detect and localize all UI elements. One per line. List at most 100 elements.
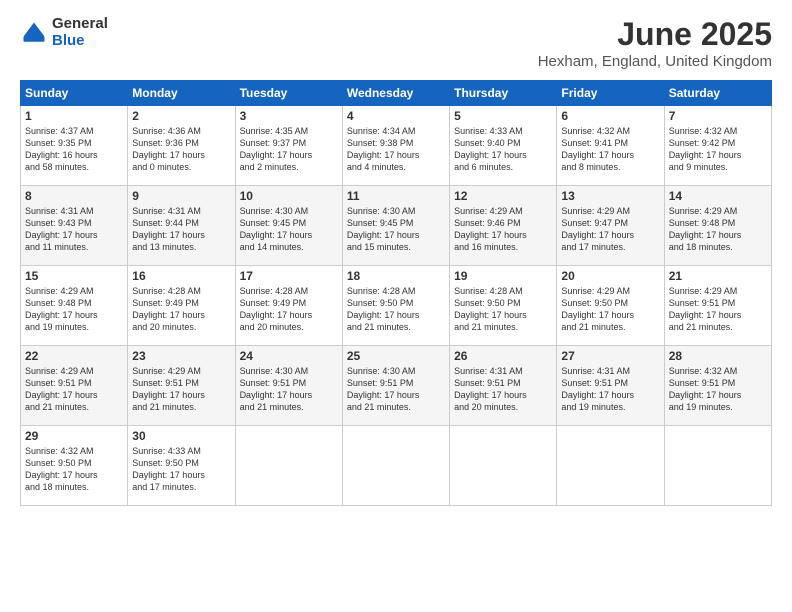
calendar-body: 1Sunrise: 4:37 AMSunset: 9:35 PMDaylight… — [21, 106, 772, 506]
table-row: 2 Sunrise: 4:36 AMSunset: 9:36 PMDaylight… — [128, 106, 235, 186]
table-row: 22Sunrise: 4:29 AMSunset: 9:51 PMDayligh… — [21, 346, 128, 426]
calendar-table: Sunday Monday Tuesday Wednesday Thursday… — [20, 80, 772, 506]
day-number: 25 — [347, 349, 445, 363]
day-info: Sunrise: 4:29 AMSunset: 9:50 PMDaylight:… — [561, 285, 659, 334]
day-info: Sunrise: 4:36 AMSunset: 9:36 PMDaylight:… — [132, 125, 230, 174]
table-row: 23 Sunrise: 4:29 AMSunset: 9:51 PMDayligh… — [128, 346, 235, 426]
col-thursday: Thursday — [450, 81, 557, 106]
day-number: 26 — [454, 349, 552, 363]
table-row: 17 Sunrise: 4:28 AMSunset: 9:49 PMDayligh… — [235, 266, 342, 346]
table-row: 28 Sunrise: 4:32 AMSunset: 9:51 PMDayligh… — [664, 346, 771, 426]
day-info: Sunrise: 4:30 AMSunset: 9:51 PMDaylight:… — [347, 365, 445, 414]
day-info: Sunrise: 4:29 AMSunset: 9:46 PMDaylight:… — [454, 205, 552, 254]
day-number: 23 — [132, 349, 230, 363]
table-row: 18 Sunrise: 4:28 AMSunset: 9:50 PMDayligh… — [342, 266, 449, 346]
table-row — [664, 426, 771, 506]
day-number: 21 — [669, 269, 767, 283]
table-row: 4 Sunrise: 4:34 AMSunset: 9:38 PMDaylight… — [342, 106, 449, 186]
table-row — [342, 426, 449, 506]
day-number: 2 — [132, 109, 230, 123]
day-info: Sunrise: 4:31 AMSunset: 9:51 PMDaylight:… — [561, 365, 659, 414]
day-info: Sunrise: 4:28 AMSunset: 9:50 PMDaylight:… — [454, 285, 552, 334]
day-info: Sunrise: 4:30 AMSunset: 9:51 PMDaylight:… — [240, 365, 338, 414]
week-row-4: 22Sunrise: 4:29 AMSunset: 9:51 PMDayligh… — [21, 346, 772, 426]
logo: General Blue — [20, 16, 108, 49]
day-number: 20 — [561, 269, 659, 283]
table-row: 20 Sunrise: 4:29 AMSunset: 9:50 PMDayligh… — [557, 266, 664, 346]
day-info: Sunrise: 4:28 AMSunset: 9:49 PMDaylight:… — [240, 285, 338, 334]
table-row: 7 Sunrise: 4:32 AMSunset: 9:42 PMDaylight… — [664, 106, 771, 186]
table-row — [450, 426, 557, 506]
table-row: 29Sunrise: 4:32 AMSunset: 9:50 PMDayligh… — [21, 426, 128, 506]
day-number: 9 — [132, 189, 230, 203]
day-info: Sunrise: 4:29 AMSunset: 9:48 PMDaylight:… — [25, 285, 123, 334]
day-number: 18 — [347, 269, 445, 283]
day-number: 4 — [347, 109, 445, 123]
day-info: Sunrise: 4:29 AMSunset: 9:48 PMDaylight:… — [669, 205, 767, 254]
col-monday: Monday — [128, 81, 235, 106]
table-row: 21 Sunrise: 4:29 AMSunset: 9:51 PMDayligh… — [664, 266, 771, 346]
table-row: 9Sunrise: 4:31 AMSunset: 9:44 PMDaylight… — [128, 186, 235, 266]
day-info: Sunrise: 4:33 AMSunset: 9:50 PMDaylight:… — [132, 445, 230, 494]
table-row: 14 Sunrise: 4:29 AMSunset: 9:48 PMDayligh… — [664, 186, 771, 266]
day-number: 3 — [240, 109, 338, 123]
week-row-1: 1Sunrise: 4:37 AMSunset: 9:35 PMDaylight… — [21, 106, 772, 186]
col-saturday: Saturday — [664, 81, 771, 106]
table-row: 13 Sunrise: 4:29 AMSunset: 9:47 PMDayligh… — [557, 186, 664, 266]
week-row-2: 8 Sunrise: 4:31 AMSunset: 9:43 PMDaylight… — [21, 186, 772, 266]
day-info: Sunrise: 4:30 AMSunset: 9:45 PMDaylight:… — [347, 205, 445, 254]
table-row: 30 Sunrise: 4:33 AMSunset: 9:50 PMDayligh… — [128, 426, 235, 506]
day-info: Sunrise: 4:30 AMSunset: 9:45 PMDaylight:… — [240, 205, 338, 254]
table-row: 19 Sunrise: 4:28 AMSunset: 9:50 PMDayligh… — [450, 266, 557, 346]
day-info: Sunrise: 4:29 AMSunset: 9:47 PMDaylight:… — [561, 205, 659, 254]
day-info: Sunrise: 4:32 AMSunset: 9:42 PMDaylight:… — [669, 125, 767, 174]
table-row: 5 Sunrise: 4:33 AMSunset: 9:40 PMDaylight… — [450, 106, 557, 186]
day-number: 13 — [561, 189, 659, 203]
day-info: Sunrise: 4:31 AMSunset: 9:43 PMDaylight:… — [25, 205, 123, 254]
day-number: 10 — [240, 189, 338, 203]
day-info: Sunrise: 4:32 AMSunset: 9:51 PMDaylight:… — [669, 365, 767, 414]
day-info: Sunrise: 4:29 AMSunset: 9:51 PMDaylight:… — [132, 365, 230, 414]
day-number: 5 — [454, 109, 552, 123]
logo-general-text: General — [52, 16, 108, 33]
day-info: Sunrise: 4:33 AMSunset: 9:40 PMDaylight:… — [454, 125, 552, 174]
day-info: Sunrise: 4:35 AMSunset: 9:37 PMDaylight:… — [240, 125, 338, 174]
col-friday: Friday — [557, 81, 664, 106]
page: General Blue June 2025 Hexham, England, … — [0, 0, 792, 612]
table-row: 11Sunrise: 4:30 AMSunset: 9:45 PMDayligh… — [342, 186, 449, 266]
logo-icon — [20, 19, 48, 47]
day-info: Sunrise: 4:32 AMSunset: 9:50 PMDaylight:… — [25, 445, 123, 494]
day-info: Sunrise: 4:31 AMSunset: 9:51 PMDaylight:… — [454, 365, 552, 414]
header-row: Sunday Monday Tuesday Wednesday Thursday… — [21, 81, 772, 106]
header: General Blue June 2025 Hexham, England, … — [20, 16, 772, 70]
day-number: 27 — [561, 349, 659, 363]
day-info: Sunrise: 4:28 AMSunset: 9:50 PMDaylight:… — [347, 285, 445, 334]
title-location: Hexham, England, United Kingdom — [538, 53, 772, 70]
day-info: Sunrise: 4:28 AMSunset: 9:49 PMDaylight:… — [132, 285, 230, 334]
logo-text: General Blue — [52, 16, 108, 49]
col-wednesday: Wednesday — [342, 81, 449, 106]
table-row: 26 Sunrise: 4:31 AMSunset: 9:51 PMDayligh… — [450, 346, 557, 426]
day-number: 7 — [669, 109, 767, 123]
day-number: 30 — [132, 429, 230, 443]
table-row: 1Sunrise: 4:37 AMSunset: 9:35 PMDaylight… — [21, 106, 128, 186]
title-block: June 2025 Hexham, England, United Kingdo… — [538, 16, 772, 70]
day-number: 15 — [25, 269, 123, 283]
day-number: 1 — [25, 109, 123, 123]
day-info: Sunrise: 4:34 AMSunset: 9:38 PMDaylight:… — [347, 125, 445, 174]
col-tuesday: Tuesday — [235, 81, 342, 106]
day-number: 8 — [25, 189, 123, 203]
day-info: Sunrise: 4:29 AMSunset: 9:51 PMDaylight:… — [669, 285, 767, 334]
table-row: 25 Sunrise: 4:30 AMSunset: 9:51 PMDayligh… — [342, 346, 449, 426]
week-row-5: 29Sunrise: 4:32 AMSunset: 9:50 PMDayligh… — [21, 426, 772, 506]
day-number: 17 — [240, 269, 338, 283]
day-number: 19 — [454, 269, 552, 283]
table-row: 3 Sunrise: 4:35 AMSunset: 9:37 PMDaylight… — [235, 106, 342, 186]
table-row: 10 Sunrise: 4:30 AMSunset: 9:45 PMDayligh… — [235, 186, 342, 266]
table-row — [557, 426, 664, 506]
calendar-header: Sunday Monday Tuesday Wednesday Thursday… — [21, 81, 772, 106]
day-number: 14 — [669, 189, 767, 203]
day-number: 28 — [669, 349, 767, 363]
table-row: 8 Sunrise: 4:31 AMSunset: 9:43 PMDaylight… — [21, 186, 128, 266]
table-row: 24Sunrise: 4:30 AMSunset: 9:51 PMDayligh… — [235, 346, 342, 426]
